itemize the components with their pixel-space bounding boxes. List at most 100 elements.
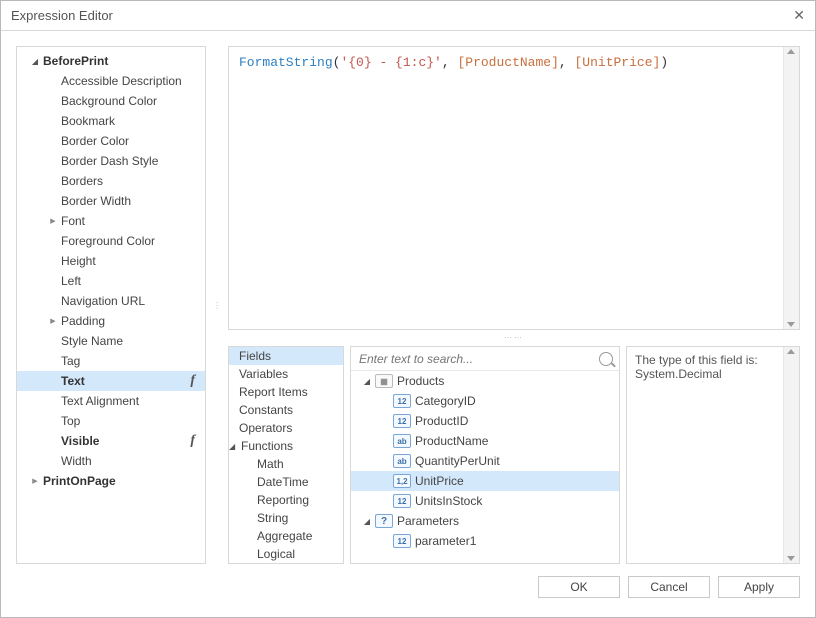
search-icon[interactable] (599, 352, 613, 366)
expression-editor-window: Expression Editor ✕ ◢BeforePrintAccessib… (0, 0, 816, 618)
category-item[interactable]: Report Items (229, 383, 343, 401)
field-tree-item[interactable]: 12parameter1 (351, 531, 619, 551)
category-item[interactable]: ◢Functions (229, 437, 343, 455)
property-label: BeforePrint (43, 54, 108, 68)
chevron-down-icon[interactable]: ◢ (29, 57, 41, 66)
property-tree-item[interactable]: Width (17, 451, 205, 471)
expression-textarea[interactable]: FormatString('{0} - {1:c}', [ProductName… (228, 46, 800, 330)
category-item[interactable]: Operators (229, 419, 343, 437)
scroll-up-icon[interactable] (787, 49, 795, 54)
property-tree-item[interactable]: Left (17, 271, 205, 291)
category-label: String (257, 511, 288, 525)
description-line2: System.Decimal (635, 367, 791, 381)
window-title: Expression Editor (11, 8, 113, 23)
property-label: PrintOnPage (43, 474, 116, 488)
field-tree-item[interactable]: ◢?Parameters (351, 511, 619, 531)
description-panel: The type of this field is: System.Decima… (626, 346, 800, 564)
token-field: [ProductName] (457, 55, 558, 70)
cancel-button[interactable]: Cancel (628, 576, 710, 598)
category-item[interactable]: Constants (229, 401, 343, 419)
property-tree-item[interactable]: Accessible Description (17, 71, 205, 91)
property-label: Accessible Description (61, 74, 182, 88)
category-list[interactable]: Fields Variables Report Items Constants Oper… (228, 346, 344, 564)
property-tree-item[interactable]: Border Dash Style (17, 151, 205, 171)
chevron-right-icon[interactable]: ▶ (47, 317, 59, 325)
property-tree-item[interactable]: ◢BeforePrint (17, 51, 205, 71)
property-tree[interactable]: ◢BeforePrint Accessible Description Backgr… (16, 46, 206, 564)
property-tree-item[interactable]: Tag (17, 351, 205, 371)
property-label: Bookmark (61, 114, 115, 128)
category-item[interactable]: String (229, 509, 343, 527)
field-tree-item[interactable]: abProductName (351, 431, 619, 451)
category-item[interactable]: Logical (229, 545, 343, 563)
field-label: CategoryID (415, 394, 476, 408)
titlebar: Expression Editor ✕ (1, 1, 815, 31)
chevron-right-icon[interactable]: ▶ (29, 477, 41, 485)
ok-button[interactable]: OK (538, 576, 620, 598)
category-label: Fields (239, 349, 271, 363)
chevron-down-icon[interactable]: ◢ (361, 517, 373, 526)
property-label: Tag (61, 354, 80, 368)
property-tree-item[interactable]: ▶Padding (17, 311, 205, 331)
property-tree-item[interactable]: Borders (17, 171, 205, 191)
category-label: Constants (239, 403, 293, 417)
field-label: UnitsInStock (415, 494, 482, 508)
category-item[interactable]: Variables (229, 365, 343, 383)
field-label: ProductID (415, 414, 468, 428)
property-tree-item[interactable]: Height (17, 251, 205, 271)
scrollbar[interactable] (783, 347, 799, 563)
property-tree-item[interactable]: ▶Font (17, 211, 205, 231)
field-tree-item[interactable]: ◢▦Products (351, 371, 619, 391)
property-tree-item[interactable]: Visiblef (17, 431, 205, 451)
scrollbar[interactable] (783, 47, 799, 329)
property-tree-item[interactable]: Border Color (17, 131, 205, 151)
category-label: Report Items (239, 385, 308, 399)
category-item[interactable]: Reporting (229, 491, 343, 509)
field-tree-item[interactable]: 1,2UnitPrice (351, 471, 619, 491)
window-body: ◢BeforePrintAccessible DescriptionBackgr… (1, 31, 815, 617)
property-tree-item[interactable]: Navigation URL (17, 291, 205, 311)
datatype-icon: 1,2 (393, 474, 411, 488)
fx-icon: f (190, 373, 201, 389)
property-tree-item[interactable]: Foreground Color (17, 231, 205, 251)
scroll-down-icon[interactable] (787, 556, 795, 561)
token-string: '{0} - {1:c}' (340, 55, 441, 70)
category-label: Operators (239, 421, 292, 435)
chevron-down-icon[interactable]: ◢ (229, 442, 239, 451)
property-tree-item[interactable]: Style Name (17, 331, 205, 351)
category-item[interactable]: DateTime (229, 473, 343, 491)
property-tree-item[interactable]: Background Color (17, 91, 205, 111)
property-label: Background Color (61, 94, 157, 108)
category-item[interactable]: Aggregate (229, 527, 343, 545)
chevron-right-icon[interactable]: ▶ (47, 217, 59, 225)
property-tree-item[interactable]: Top (17, 411, 205, 431)
datatype-icon: 12 (393, 494, 411, 508)
property-tree-item[interactable]: ▶PrintOnPage (17, 471, 205, 491)
field-tree-item[interactable]: 12 UnitsInStock (351, 491, 619, 511)
scroll-down-icon[interactable] (787, 322, 795, 327)
chevron-down-icon[interactable]: ◢ (361, 377, 373, 386)
category-item[interactable]: Math (229, 455, 343, 473)
question-icon: ? (375, 514, 393, 528)
category-item[interactable]: Fields (229, 347, 343, 365)
property-tree-item[interactable]: Bookmark (17, 111, 205, 131)
scroll-up-icon[interactable] (787, 349, 795, 354)
property-label: Visible (61, 434, 99, 448)
field-tree-item[interactable]: 12ProductID (351, 411, 619, 431)
property-tree-item[interactable]: Text f (17, 371, 205, 391)
field-tree-item[interactable]: abQuantityPerUnit (351, 451, 619, 471)
property-label: Text (61, 374, 85, 388)
property-label: Border Color (61, 134, 129, 148)
horizontal-splitter[interactable]: ⋯⋯ (228, 336, 800, 340)
field-tree-item[interactable]: 12CategoryID (351, 391, 619, 411)
property-label: Padding (61, 314, 105, 328)
apply-button[interactable]: Apply (718, 576, 800, 598)
property-tree-item[interactable]: Text Alignment (17, 391, 205, 411)
property-tree-item[interactable]: Border Width (17, 191, 205, 211)
close-icon[interactable]: ✕ (793, 7, 805, 24)
search-input[interactable] (357, 351, 599, 367)
vertical-splitter[interactable]: ⋮ (214, 46, 220, 564)
category-label: Math (257, 457, 284, 471)
search-box[interactable] (351, 347, 619, 371)
fields-tree[interactable]: ◢▦Products12CategoryID12ProductIDabProdu… (351, 371, 619, 563)
